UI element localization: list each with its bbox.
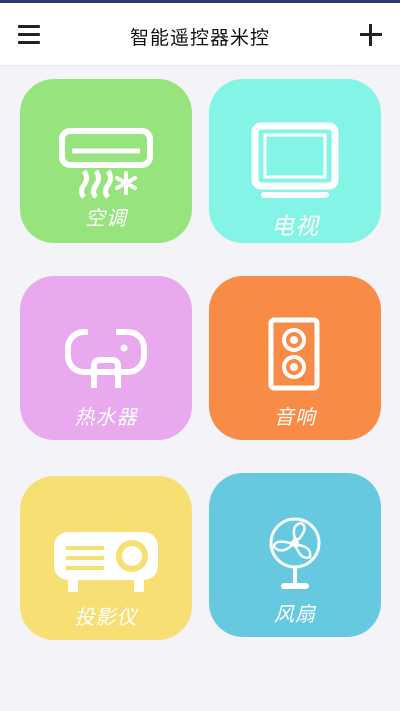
projector-icon	[54, 532, 158, 592]
fan-icon	[269, 517, 321, 589]
device-tile-air-conditioner[interactable]: 空调	[20, 79, 192, 243]
device-label-fan: 风扇	[274, 602, 316, 626]
device-tile-tv[interactable]: 电视	[209, 79, 381, 243]
speaker-icon	[268, 317, 320, 391]
water-heater-icon	[65, 328, 147, 388]
device-label-projector: 投影仪	[74, 605, 138, 629]
device-tile-fan[interactable]: 风扇	[209, 473, 381, 637]
air-conditioner-icon	[59, 128, 153, 199]
add-device-button[interactable]	[356, 20, 386, 50]
device-label-speaker: 音响	[274, 405, 316, 429]
device-label-air-conditioner: 空调	[85, 206, 127, 230]
tv-icon	[251, 122, 339, 198]
device-tile-projector[interactable]: 投影仪	[20, 476, 192, 640]
device-label-tv: 电视	[271, 214, 319, 240]
device-label-water-heater: 热水器	[74, 405, 138, 429]
page-title: 智能遥控器米控	[129, 27, 270, 49]
device-tile-water-heater[interactable]: 热水器	[20, 276, 192, 440]
app-header: 智能遥控器米控	[0, 3, 400, 66]
device-tile-speaker[interactable]: 音响	[209, 276, 381, 440]
